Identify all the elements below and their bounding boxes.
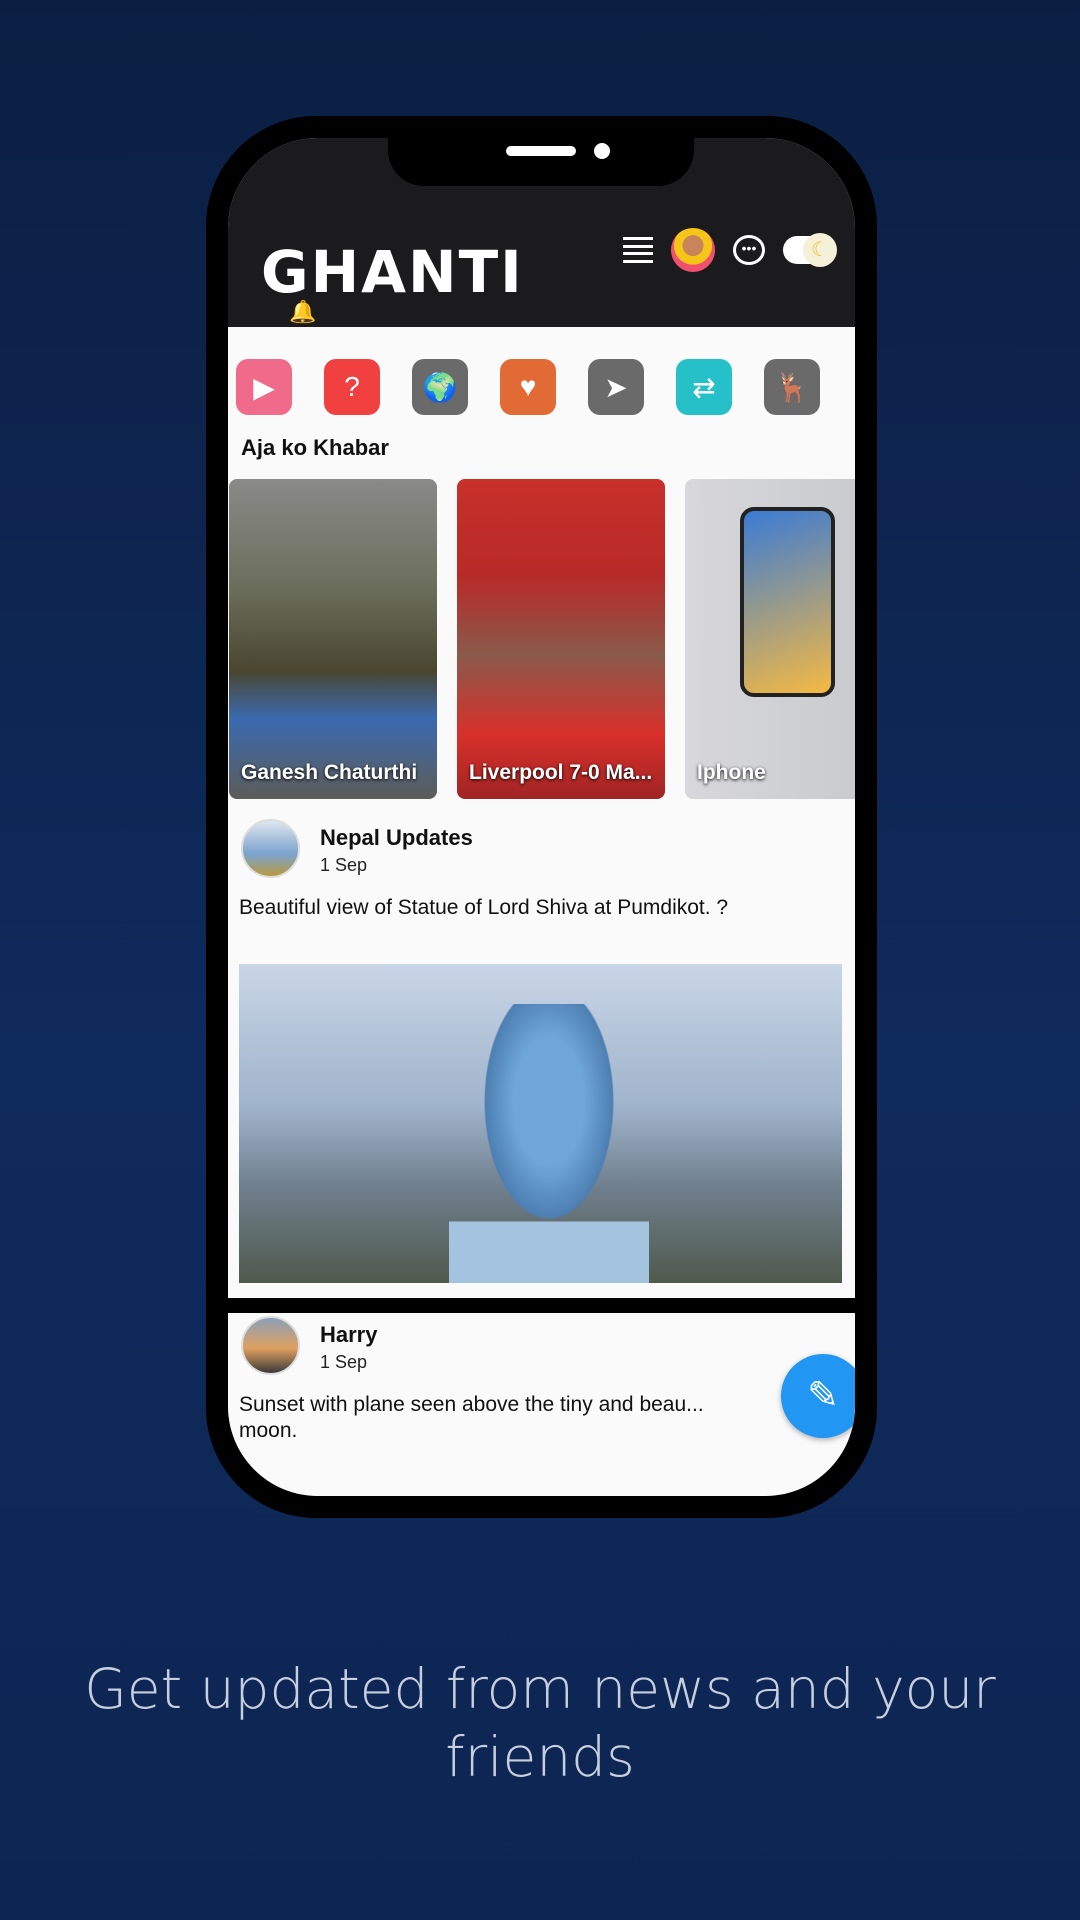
wildlife-earth-icon[interactable]: 🦌 [764,359,820,415]
category-row: ▶? 🌍 ♥ ➤ ⇄ 🦌 [236,359,820,415]
story-title: Liverpool 7-0 Ma... [469,761,653,784]
pencil-icon: ✎ [807,1375,839,1417]
post-date: 1 Sep [320,1352,368,1372]
post-date: 1 Sep [320,855,368,875]
chat-icon[interactable]: ••• [733,235,765,265]
author-avatar[interactable] [241,1316,300,1375]
feed: ▶? 🌍 ♥ ➤ ⇄ 🦌 Aja ko Khabar Ganesh Chaturthi L… [228,327,855,1496]
app-screen: GHANTI 🔔 ••• ☾ ▶? 🌍 ♥ ➤ ⇄ 🦌 Aja ko Khabar Gane… [228,138,855,1496]
exchange-globe-icon[interactable]: ⇄ [676,359,732,415]
ghanti-logo[interactable]: GHANTI 🔔 [261,238,524,325]
story-card[interactable]: Liverpool 7-0 Ma... [457,479,665,799]
story-card[interactable]: Iphone [685,479,855,799]
news-globe-icon[interactable]: 🌍 [412,359,468,415]
story-title: Ganesh Chaturthi [241,761,418,784]
story-card[interactable]: Ganesh Chaturthi [229,479,437,799]
story-carousel[interactable]: Ganesh Chaturthi Liverpool 7-0 Ma... Iph… [229,479,855,799]
moon-icon: ☾ [803,233,837,267]
navigation-icon[interactable]: ➤ [588,359,644,415]
quiz-icon[interactable]: ? [324,359,380,415]
post-image[interactable] [239,964,842,1283]
profile-avatar[interactable] [671,228,715,272]
author-name[interactable]: Harry [320,1322,377,1348]
post-text: Sunset with plane seen above the tiny an… [239,1393,704,1442]
post-text: Beautiful view of Statue of Lord Shiva a… [239,896,729,919]
shiva-statue-image [449,1004,649,1283]
phone-frame: GHANTI 🔔 ••• ☾ ▶? 🌍 ♥ ➤ ⇄ 🦌 Aja ko Khabar Gane… [206,116,877,1518]
theme-toggle[interactable]: ☾ [783,233,837,267]
health-heart-icon[interactable]: ♥ [500,359,556,415]
phone-notch [388,116,694,186]
story-title: Iphone [697,761,766,784]
author-avatar[interactable] [241,819,300,878]
section-title: Aja ko Khabar [241,435,389,460]
bell-icon: 🔔 [289,300,319,325]
post-divider [228,1298,855,1313]
author-name[interactable]: Nepal Updates [320,825,473,851]
caption: Get updated from news and your friends [84,1657,996,1789]
menu-icon[interactable] [623,237,653,263]
compose-post-button[interactable]: ✎ [781,1354,855,1438]
video-clapper-icon[interactable]: ▶ [236,359,292,415]
